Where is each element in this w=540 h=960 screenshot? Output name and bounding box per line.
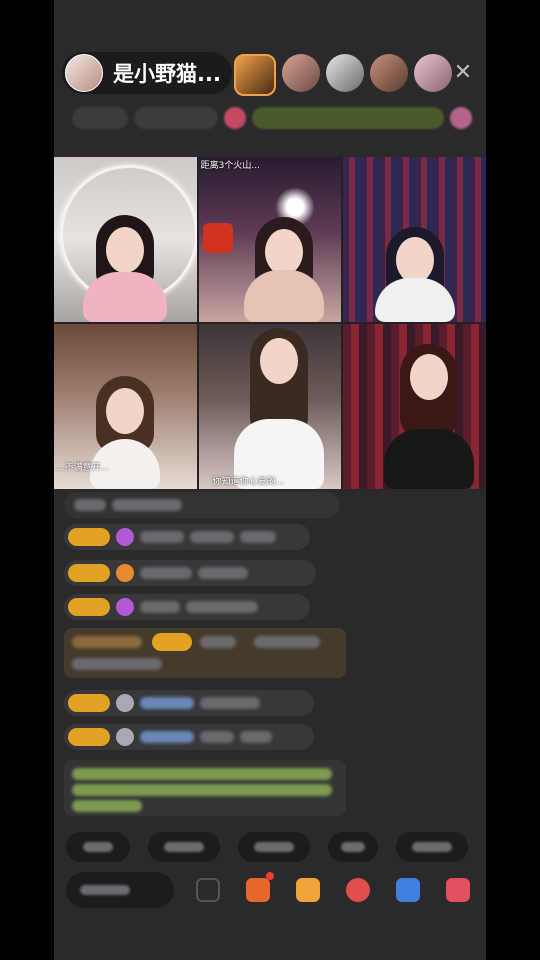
message-text [72,800,142,812]
viewer-avatar[interactable] [282,54,320,92]
guest-figure [259,338,298,384]
guest-video-grid: 距离3个火山... ...不满意开... 你知道你心爱的... [54,157,486,489]
guest-figure [383,429,474,489]
chat-message[interactable] [64,724,314,750]
quick-reply-button[interactable] [396,832,468,862]
message-text [72,784,332,796]
quick-reply-label [83,842,113,852]
host-avatar[interactable] [65,54,103,92]
game-icon[interactable] [346,878,370,902]
quick-reply-label [254,842,294,852]
notification-dot [266,872,274,880]
chat-input-placeholder [80,885,130,895]
viewer-avatar[interactable] [414,54,452,92]
level-badge [152,633,192,651]
guest-figure [265,229,304,275]
room-header: 是小野猫... ✕ [62,52,478,96]
guest-figure [409,354,448,400]
room-info-bar [72,104,472,132]
message-text [140,697,194,709]
chat-message[interactable] [64,690,314,716]
message-text [198,567,248,579]
message-text [72,658,162,670]
bottom-toolbar [66,870,486,910]
gem-icon [116,694,134,712]
info-pill[interactable] [450,107,472,129]
level-badge [68,694,110,712]
guest-video-tile[interactable] [54,157,197,322]
announcement-message[interactable] [64,760,346,816]
gem-icon [116,564,134,582]
guest-video-tile[interactable] [343,157,486,322]
message-text [72,768,332,780]
message-text [112,499,182,511]
gem-icon [116,598,134,616]
level-badge [68,528,110,546]
info-pill[interactable] [72,107,128,129]
message-text [140,567,192,579]
tile-label: 你知道你心爱的... [212,477,285,487]
level-badge [68,728,110,746]
guest-figure [395,237,434,283]
quick-reply-row [66,832,468,862]
message-text [200,731,234,743]
chat-input[interactable] [66,872,174,908]
live-room-screen: 是小野猫... ✕ 距离3个火山... ...不满意开... 你知道你心爱的..… [54,0,486,960]
message-text [140,731,194,743]
message-text [186,601,258,613]
message-text [200,636,236,648]
gift-message[interactable] [64,628,346,678]
quick-reply-button[interactable] [238,832,310,862]
guest-video-tile[interactable]: 距离3个火山... [198,157,342,322]
gift-box-icon[interactable] [446,878,470,902]
host-info[interactable]: 是小野猫... [62,52,232,94]
share-icon[interactable] [396,878,420,902]
chat-message[interactable] [64,524,310,550]
guest-figure [244,270,325,322]
gift-icon[interactable] [246,878,270,902]
quick-reply-label [164,842,204,852]
tile-label: ...不满意开... [56,463,110,473]
guest-figure [106,227,145,273]
message-text [254,636,320,648]
message-text [190,531,234,543]
message-text [140,601,180,613]
message-text [72,636,142,648]
gem-icon [116,728,134,746]
more-icon[interactable] [196,878,220,902]
top-viewers [234,54,452,96]
message-text [240,731,272,743]
guest-figure [106,388,145,434]
quick-reply-button[interactable] [148,832,220,862]
shop-icon[interactable] [296,878,320,902]
tile-label: 距离3个火山... [200,161,260,171]
chat-message[interactable] [64,594,310,620]
message-text [240,531,276,543]
level-badge [68,564,110,582]
quick-reply-label [341,842,365,852]
chat-message[interactable] [64,492,340,518]
guest-video-tile[interactable] [343,324,486,489]
quick-reply-button[interactable] [66,832,130,862]
guest-video-tile[interactable]: 你知道你心爱的... [198,324,342,489]
quick-reply-button[interactable] [328,832,378,862]
banner-decoration [202,223,233,253]
guest-video-tile[interactable]: ...不满意开... [54,324,197,489]
message-text [200,697,260,709]
viewer-avatar[interactable] [234,54,276,96]
info-pill[interactable] [252,107,444,129]
chat-message[interactable] [64,560,316,586]
message-text [74,499,106,511]
close-icon[interactable]: ✕ [448,58,478,88]
gem-icon [116,528,134,546]
quick-reply-label [412,842,452,852]
info-pill[interactable] [224,107,246,129]
level-badge [68,598,110,616]
info-pill[interactable] [134,107,218,129]
viewer-avatar[interactable] [326,54,364,92]
guest-figure [83,272,168,322]
viewer-avatar[interactable] [370,54,408,92]
message-text [140,531,184,543]
host-name[interactable]: 是小野猫... [113,58,221,88]
